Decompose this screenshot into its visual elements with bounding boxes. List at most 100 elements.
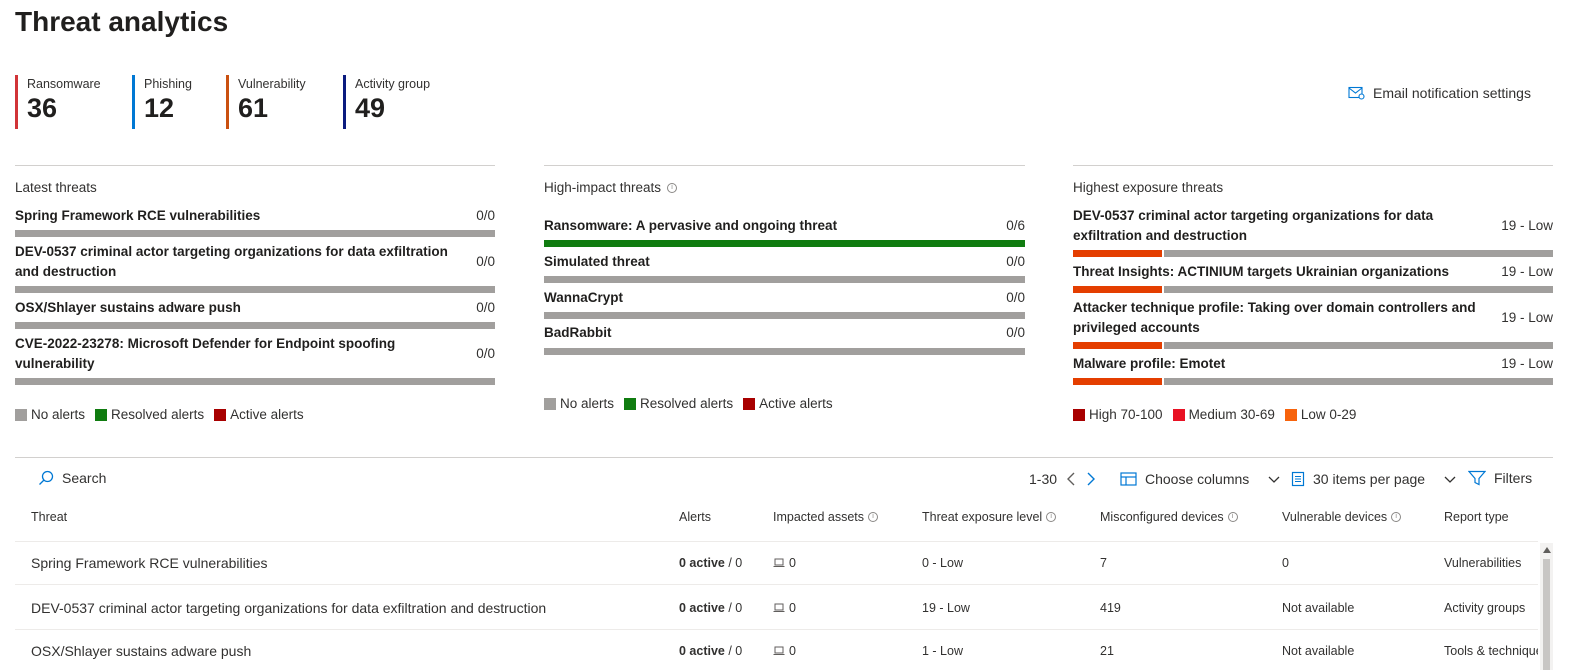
- exposure-legend: High 70-100 Medium 30-69 Low 0-29: [1073, 407, 1360, 422]
- mail-settings-icon: [1348, 86, 1365, 100]
- legend-swatch: [95, 408, 108, 421]
- threat-value: 19 - Low: [1501, 356, 1553, 371]
- stat-value: 12: [144, 93, 175, 123]
- legend-label: Resolved alerts: [111, 407, 205, 422]
- alerts-cell: 0 active / 0: [679, 556, 742, 570]
- email-notification-settings-button[interactable]: Email notification settings: [1348, 85, 1531, 101]
- legend-swatch: [743, 397, 756, 410]
- info-icon[interactable]: i: [1046, 512, 1057, 522]
- threat-value: 0/0: [1006, 325, 1025, 340]
- info-icon[interactable]: i: [1391, 512, 1402, 522]
- exposure-bar: [1073, 286, 1553, 293]
- items-per-page-dropdown[interactable]: 30 items per page: [1291, 471, 1457, 487]
- alerts-bar: [15, 378, 495, 385]
- threat-name: Malware profile: Emotet: [1073, 356, 1226, 371]
- alerts-active: 0 active: [679, 556, 725, 570]
- exposure-bar: [1073, 378, 1553, 385]
- alerts-cell: 0 active / 0: [679, 601, 742, 615]
- column-header-alerts[interactable]: Alerts: [679, 510, 711, 524]
- scroll-up-arrow-icon[interactable]: [1543, 547, 1551, 553]
- column-label: Threat exposure level: [922, 510, 1043, 524]
- exposure-bar-fill: [1073, 378, 1165, 385]
- page-icon: [1291, 471, 1305, 487]
- threat-name: DEV-0537 criminal actor targeting organi…: [1073, 208, 1434, 243]
- legend-label: High 70-100: [1089, 407, 1163, 422]
- alerts-bar: [15, 286, 495, 293]
- stat-value: 61: [238, 93, 269, 123]
- table-scrollbar[interactable]: [1540, 543, 1553, 670]
- assets-count: 0: [789, 644, 796, 658]
- stat-vulnerability[interactable]: Vulnerability 61: [226, 75, 306, 129]
- chevron-down-icon: [1444, 476, 1456, 483]
- alerts-total: / 0: [724, 601, 743, 615]
- choose-columns-label: Choose columns: [1145, 471, 1250, 487]
- legend-item: No alerts: [544, 396, 614, 411]
- stat-ransomware[interactable]: Ransomware 36: [15, 75, 101, 129]
- threat-cell[interactable]: Spring Framework RCE vulnerabilities: [31, 555, 268, 571]
- impacted-assets-cell: 0: [773, 601, 796, 615]
- exposure-bar-fill: [1073, 250, 1165, 257]
- filters-button[interactable]: Filters: [1468, 470, 1532, 486]
- legend-label: Medium 30-69: [1188, 407, 1275, 422]
- column-header-impacted-assets[interactable]: Impacted assets i: [773, 510, 879, 524]
- legend-label: No alerts: [31, 407, 86, 422]
- threat-name: BadRabbit: [544, 325, 612, 340]
- columns-icon: [1120, 472, 1137, 486]
- threat-value: 19 - Low: [1501, 310, 1553, 325]
- column-header-vulnerable-devices[interactable]: Vulnerable devices i: [1282, 510, 1402, 524]
- alerts-active: 0 active: [679, 644, 725, 658]
- vulnerable-cell: Not available: [1282, 644, 1355, 658]
- stat-phishing[interactable]: Phishing 12: [132, 75, 192, 129]
- stat-label: Ransomware: [27, 77, 101, 91]
- threat-value: 19 - Low: [1501, 218, 1553, 233]
- pagination: 1-30: [1029, 471, 1097, 487]
- threat-name: WannaCrypt: [544, 290, 624, 305]
- legend-label: No alerts: [560, 396, 615, 411]
- threat-name: Spring Framework RCE vulnerabilities: [15, 208, 261, 223]
- info-icon[interactable]: i: [1227, 512, 1238, 522]
- legend-item: Medium 30-69: [1172, 407, 1275, 422]
- scroll-thumb[interactable]: [1543, 559, 1550, 670]
- chevron-right-icon[interactable]: [1085, 471, 1097, 487]
- legend-swatch: [1284, 408, 1297, 421]
- misconfigured-cell: 419: [1100, 601, 1121, 615]
- info-icon[interactable]: i: [667, 182, 678, 193]
- exposure-bar: [1073, 250, 1553, 257]
- threat-value: 0/0: [1006, 254, 1025, 269]
- high-impact-threats-panel: High-impact threats i Ransomware: A perv…: [544, 165, 1025, 426]
- latest-threats-panel: Latest threats Spring Framework RCE vuln…: [15, 165, 495, 426]
- panel-title: Highest exposure threats: [1073, 180, 1224, 195]
- legend-swatch: [1073, 408, 1085, 421]
- row-divider: [15, 541, 1538, 542]
- threat-cell[interactable]: OSX/Shlayer sustains adware push: [31, 643, 251, 659]
- alerts-total: / 0: [724, 556, 743, 570]
- vulnerable-cell: 0: [1282, 556, 1289, 570]
- chevron-left-icon[interactable]: [1065, 471, 1077, 487]
- column-header-threat[interactable]: Threat: [31, 510, 67, 524]
- threat-name: CVE-2022-23278: Microsoft Defender for E…: [15, 336, 396, 371]
- search-button[interactable]: Search: [38, 470, 106, 486]
- choose-columns-button[interactable]: Choose columns: [1120, 471, 1281, 487]
- legend-label: Active alerts: [230, 407, 304, 422]
- alerts-cell: 0 active / 0: [679, 644, 742, 658]
- device-icon: [773, 603, 785, 612]
- device-icon: [773, 558, 785, 567]
- threat-name: Attacker technique profile: Taking over …: [1073, 300, 1476, 335]
- column-header-report-type[interactable]: Report type: [1444, 510, 1509, 524]
- threat-cell[interactable]: DEV-0537 criminal actor targeting organi…: [31, 600, 546, 616]
- column-header-misconfigured-devices[interactable]: Misconfigured devices i: [1100, 510, 1238, 524]
- stat-value: 49: [355, 93, 386, 123]
- threat-value: 0/0: [476, 346, 495, 361]
- legend-swatch: [15, 408, 27, 421]
- column-header-threat-exposure-level[interactable]: Threat exposure level i: [922, 510, 1057, 524]
- legend-item: Resolved alerts: [95, 407, 204, 422]
- legend-item: Active alerts: [214, 407, 304, 422]
- section-divider: [15, 457, 1553, 458]
- report-type-cell: Tools & techniques: [1444, 644, 1538, 658]
- assets-count: 0: [789, 601, 796, 615]
- stat-activity-group[interactable]: Activity group 49: [343, 75, 430, 129]
- panel-title: High-impact threats: [544, 180, 662, 195]
- latest-legend: No alerts Resolved alerts Active alerts: [15, 407, 308, 422]
- threat-value: 0/6: [1006, 218, 1025, 233]
- info-icon[interactable]: i: [868, 512, 879, 522]
